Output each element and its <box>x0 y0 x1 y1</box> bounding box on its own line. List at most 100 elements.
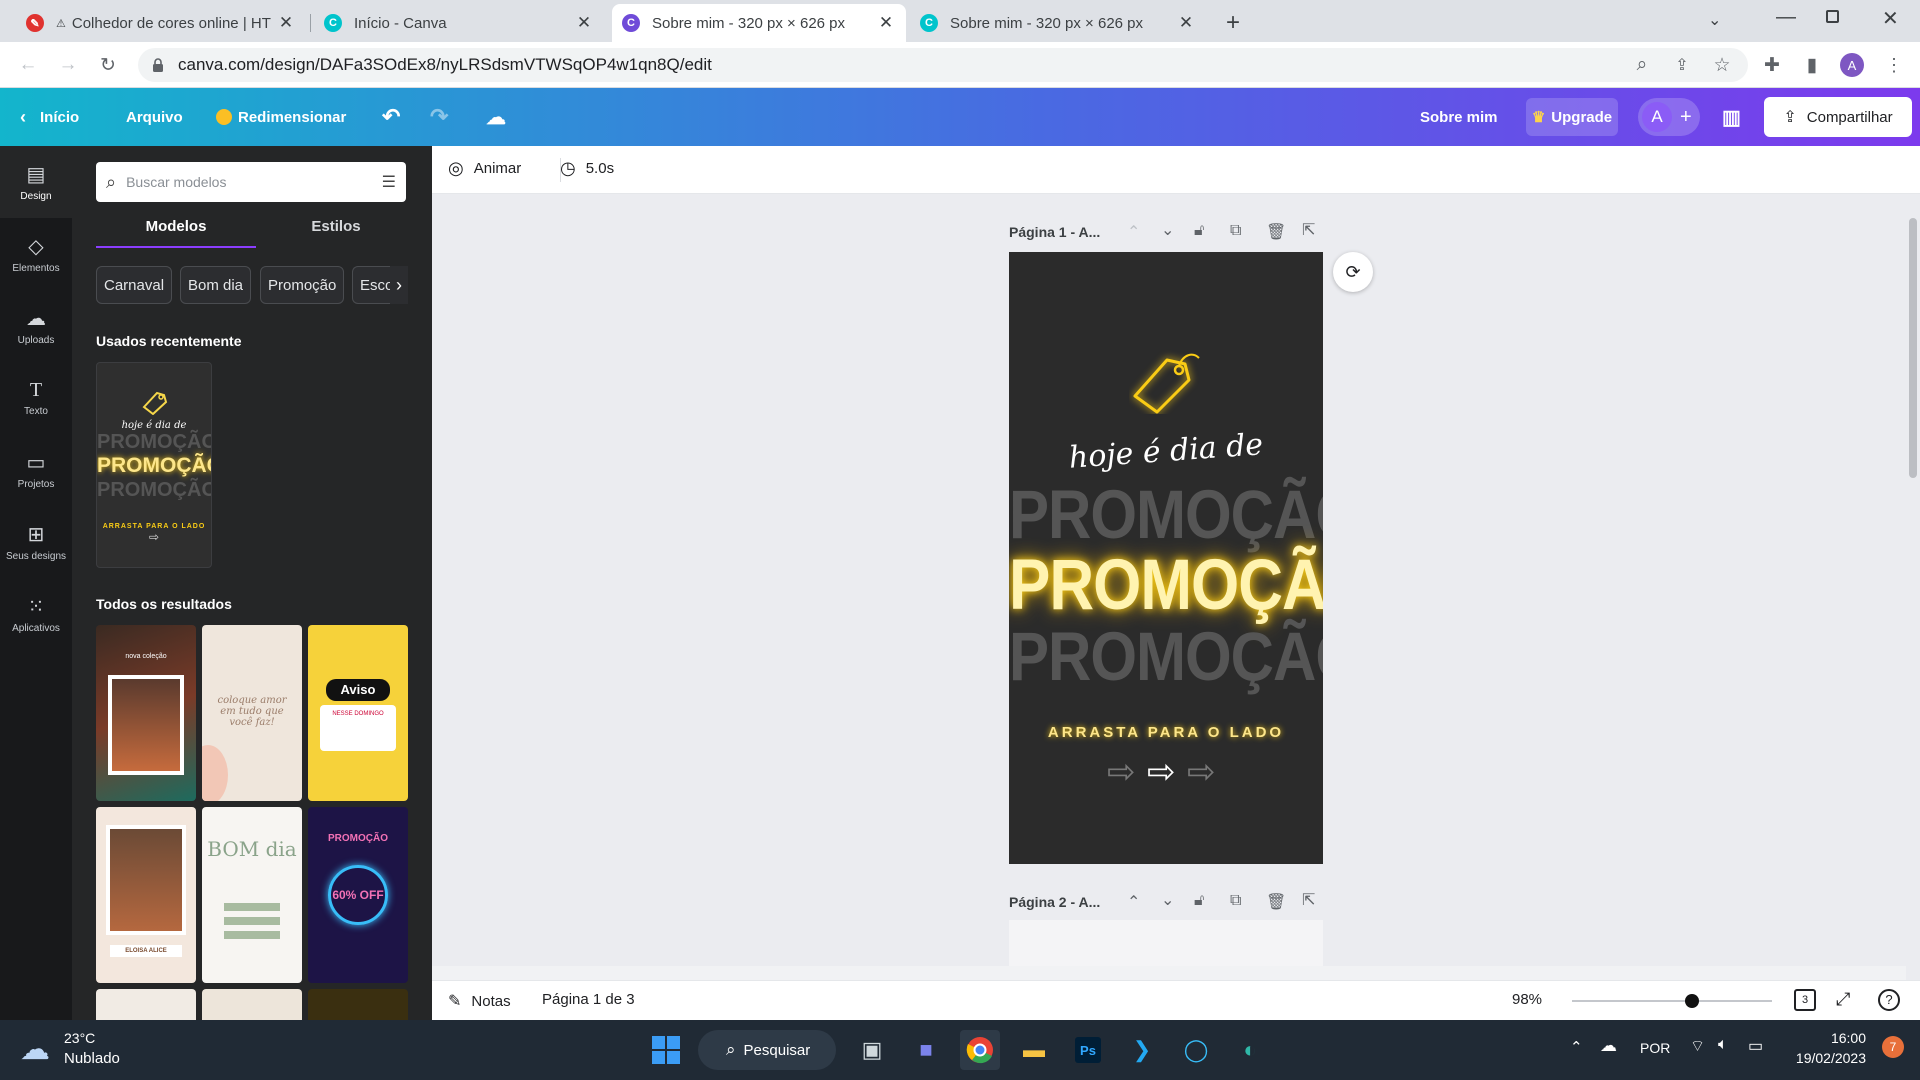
browser-tab-active[interactable]: C Sobre mim - 320 px × 626 px ✕ <box>612 4 906 42</box>
profile-avatar[interactable]: A <box>1840 53 1864 77</box>
comment-add-icon[interactable]: ⟳ <box>1333 252 1373 292</box>
template-thumbnail[interactable]: Aviso NESSE DOMINGO <box>308 625 408 801</box>
bookmark-star-icon[interactable]: ☆ <box>1708 51 1736 79</box>
insights-bar-chart-icon[interactable]: ▥ <box>1722 88 1741 146</box>
redo-icon[interactable]: ↷ <box>430 88 448 146</box>
delete-page-icon[interactable]: 🗑︎ <box>1266 892 1286 912</box>
weather-condition[interactable]: Nublado <box>64 1050 120 1067</box>
page-1-artboard[interactable]: hoje é dia de PROMOÇÃO PROMOÇÃO PROMOÇÃO… <box>1009 252 1323 864</box>
add-page-icon[interactable]: ⇱ <box>1302 220 1315 240</box>
zoom-slider[interactable] <box>1572 994 1772 1008</box>
rail-item-uploads[interactable]: ☁ Uploads <box>0 290 72 362</box>
rail-item-design[interactable]: ▤ Design <box>0 146 72 218</box>
filter-chip[interactable]: Promoção <box>260 266 345 304</box>
design-title[interactable]: Sobre mim <box>1420 88 1498 146</box>
rail-item-projects[interactable]: ▭ Projetos <box>0 434 72 506</box>
new-tab-plus-icon[interactable]: + <box>1218 8 1248 38</box>
rail-item-apps[interactable]: ⁙ Aplicativos <box>0 578 72 650</box>
vertical-scrollbar[interactable] <box>1906 194 1920 980</box>
horizontal-scrollbar[interactable] <box>432 966 1906 980</box>
collaborators-group[interactable]: A + <box>1638 98 1700 136</box>
rail-item-text[interactable]: T Texto <box>0 362 72 434</box>
page-1-header[interactable]: Página 1 - A... <box>1009 224 1100 240</box>
promo-word-neon[interactable]: PROMOÇÃO <box>1009 545 1323 627</box>
filter-chip[interactable]: Bom dia <box>180 266 252 304</box>
user-avatar[interactable]: A <box>1642 102 1672 132</box>
promo-word-shadow-top[interactable]: PROMOÇÃO <box>1009 475 1323 554</box>
rail-item-elements[interactable]: ◇ Elementos <box>0 218 72 290</box>
close-tab-icon[interactable]: ✕ <box>276 13 296 33</box>
extensions-puzzle-icon[interactable]: ✚ <box>1758 51 1786 79</box>
close-tab-icon[interactable]: ✕ <box>1176 13 1196 33</box>
share-page-icon[interactable]: ⇪ <box>1668 51 1696 79</box>
windows-start-icon[interactable] <box>646 1030 686 1070</box>
photoshop-icon[interactable]: Ps <box>1068 1030 1108 1070</box>
lock-page-icon[interactable]: 🔓︎ <box>1194 222 1204 240</box>
volume-icon[interactable]: 🔈︎ <box>1718 1036 1728 1054</box>
move-page-down-icon[interactable]: ⌄ <box>1161 220 1174 240</box>
cloud-saved-icon[interactable]: ☁ <box>486 88 506 146</box>
wifi-icon[interactable]: ⌔ <box>1690 1036 1705 1056</box>
template-search-input[interactable]: ⌕ Buscar modelos ☰ <box>96 162 406 202</box>
duplicate-page-icon[interactable]: ⧉ <box>1230 892 1241 910</box>
tray-chevron-icon[interactable]: ⌃ <box>1570 1038 1583 1056</box>
cortana-ring-icon[interactable]: ◯ <box>1176 1030 1216 1070</box>
notification-badge[interactable]: 7 <box>1882 1036 1904 1058</box>
delete-page-icon[interactable]: 🗑︎ <box>1266 222 1286 242</box>
tab-templates[interactable]: Modelos <box>96 218 256 248</box>
edge-icon[interactable]: ◐ <box>1230 1030 1270 1070</box>
template-thumbnail[interactable]: BOM dia <box>202 807 302 983</box>
close-tab-icon[interactable]: ✕ <box>876 13 896 33</box>
file-explorer-icon[interactable]: ▬ <box>1014 1030 1054 1070</box>
temperature[interactable]: 23°C <box>64 1030 95 1046</box>
side-panel-icon[interactable]: ▮ <box>1798 51 1826 79</box>
zoom-magnifier-icon[interactable]: ⌕ <box>1628 51 1656 79</box>
zoom-percentage[interactable]: 98% <box>1512 991 1542 1008</box>
page-grid-count-icon[interactable]: 3 <box>1794 989 1816 1011</box>
reload-icon[interactable]: ↻ <box>94 51 122 79</box>
template-thumbnail[interactable]: PROMOÇÃO 60% OFF <box>308 807 408 983</box>
lock-page-icon[interactable]: 🔓︎ <box>1194 892 1204 910</box>
taskbar-search[interactable]: ⌕ Pesquisar <box>698 1030 836 1070</box>
zoom-slider-thumb[interactable] <box>1685 994 1699 1008</box>
browser-tab[interactable]: C Início - Canva ✕ <box>314 4 604 42</box>
cta-text[interactable]: ARRASTA PARA O LADO <box>1009 724 1323 741</box>
tab-search-chevron-icon[interactable]: ⌄ <box>1708 10 1721 30</box>
forward-arrow-icon[interactable]: → <box>54 51 82 79</box>
duplicate-page-icon[interactable]: ⧉ <box>1230 222 1241 240</box>
close-tab-icon[interactable]: ✕ <box>574 13 594 33</box>
teams-chat-icon[interactable]: ■ <box>906 1030 946 1070</box>
close-window-icon[interactable]: ✕ <box>1882 6 1899 31</box>
animate-button[interactable]: ◎ Animar <box>448 158 521 179</box>
notes-button[interactable]: ✎ Notas <box>448 991 511 1011</box>
duration-button[interactable]: ◷ 5.0s <box>560 158 614 179</box>
scrollbar-thumb[interactable] <box>1909 218 1917 478</box>
chips-scroll-right-icon[interactable]: › <box>390 266 408 304</box>
task-view-icon[interactable]: ▣ <box>852 1030 892 1070</box>
template-thumbnail[interactable]: coloque amor em tudo que você faz! <box>202 625 302 801</box>
move-page-up-icon[interactable]: ⌃ <box>1127 222 1140 242</box>
clock-time[interactable]: 16:00 <box>1790 1030 1866 1046</box>
script-headline[interactable]: hoje é dia de <box>1009 423 1323 480</box>
tab-styles[interactable]: Estilos <box>266 218 406 248</box>
add-collaborator-plus-icon[interactable]: + <box>1680 106 1692 129</box>
resize-button[interactable]: Redimensionar <box>216 88 346 146</box>
minimize-icon[interactable]: — <box>1776 6 1796 29</box>
back-arrow-icon[interactable]: ← <box>14 51 42 79</box>
vscode-icon[interactable]: ❯ <box>1122 1030 1162 1070</box>
restore-icon[interactable] <box>1826 10 1839 23</box>
page-2-header[interactable]: Página 2 - A... <box>1009 894 1100 910</box>
browser-menu-kebab-icon[interactable]: ⋮ <box>1880 51 1908 79</box>
rail-item-your-designs[interactable]: ⊞ Seus designs <box>0 506 72 578</box>
move-page-down-icon[interactable]: ⌄ <box>1161 890 1174 910</box>
recent-template-thumbnail[interactable]: hoje é dia de PROMOÇÃO PROMOÇÃO PROMOÇÃO… <box>96 362 212 568</box>
file-menu-button[interactable]: Arquivo <box>126 88 183 146</box>
battery-icon[interactable]: ▭ <box>1748 1036 1763 1056</box>
home-back-button[interactable]: ‹ Início <box>20 88 79 146</box>
undo-icon[interactable]: ↶ <box>382 88 400 146</box>
browser-tab[interactable]: ✎ ⚠ Colhedor de cores online | HT ✕ <box>16 4 306 42</box>
share-button[interactable]: ⇪ Compartilhar <box>1764 97 1912 137</box>
clock-date[interactable]: 19/02/2023 <box>1780 1050 1866 1066</box>
input-language[interactable]: POR <box>1640 1040 1670 1056</box>
template-thumbnail[interactable]: ELOISA ALICE <box>96 807 196 983</box>
